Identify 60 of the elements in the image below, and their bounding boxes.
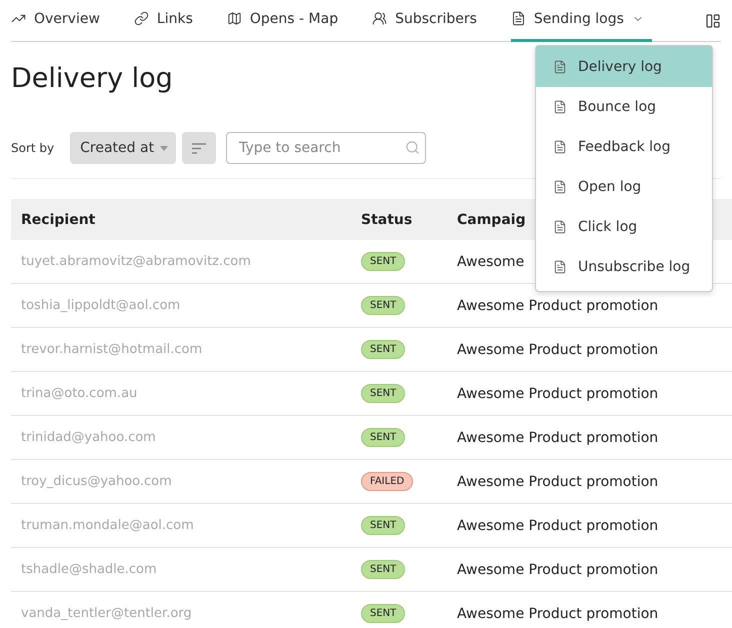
status-badge: SENT: [361, 296, 406, 315]
page-title: Delivery log: [11, 62, 173, 96]
document-icon: [553, 60, 567, 74]
users-icon: [372, 11, 388, 26]
layout-icon[interactable]: [705, 12, 721, 28]
map-icon: [226, 11, 242, 26]
campaign-cell: Awesome Product promotion: [457, 298, 658, 314]
menu-item[interactable]: Bounce log: [536, 87, 712, 127]
status-badge: SENT: [361, 252, 406, 271]
campaign-cell: Awesome Product promotion: [457, 562, 658, 578]
status-badge: SENT: [361, 340, 406, 359]
recipient-cell-text: vanda_tentler@tentler.org: [20, 606, 193, 621]
link-icon: [134, 11, 149, 26]
recipient-cell-text: tshadle@shadle.com: [20, 562, 158, 577]
nav-tab[interactable]: Subscribers: [372, 0, 477, 42]
status-badge: SENT: [361, 560, 406, 579]
search-icon: [405, 140, 420, 155]
caret-icon: [160, 146, 168, 150]
menu-item[interactable]: Click log: [536, 207, 712, 247]
column-header: Status: [361, 212, 412, 228]
campaign-cell: Awesome Product promotion: [457, 474, 658, 490]
campaign-cell: Awesome: [457, 254, 524, 270]
column-header: Campaig: [457, 212, 526, 228]
sort-label: Sort by: [11, 141, 54, 155]
status-badge: SENT: [361, 384, 406, 403]
recipient-cell-text: trina@oto.com.au: [20, 386, 138, 401]
campaign-cell: Awesome Product promotion: [457, 342, 658, 358]
nav-tab[interactable]: Opens - Map: [226, 0, 338, 42]
document-icon: [510, 11, 526, 26]
campaign-cell: Awesome Product promotion: [457, 386, 658, 402]
status-badge: SENT: [361, 428, 406, 447]
document-icon: [553, 100, 567, 114]
status-badge: SENT: [361, 516, 406, 535]
document-icon: [553, 220, 567, 234]
sort-icon: [192, 142, 206, 154]
document-icon: [553, 140, 567, 154]
recipient-cell-text: trevor.harnist@hotmail.com: [20, 342, 204, 357]
menu-item[interactable]: Feedback log: [536, 127, 712, 167]
nav-tab[interactable]: Overview: [11, 0, 100, 42]
campaign-cell: Awesome Product promotion: [457, 518, 658, 534]
document-icon: [553, 260, 567, 274]
status-badge: FAILED: [361, 472, 414, 491]
campaign-cell: Awesome Product promotion: [457, 606, 658, 622]
search-field[interactable]: Type to search: [226, 132, 426, 164]
document-icon: [553, 180, 567, 194]
menu-item[interactable]: Open log: [536, 167, 712, 207]
sort-select[interactable]: Created at: [70, 132, 176, 164]
column-header: Recipient: [20, 212, 96, 228]
recipient-cell-text: trinidad@yahoo.com: [20, 430, 157, 445]
menu-item[interactable]: Delivery log: [536, 46, 712, 87]
status-badge: SENT: [361, 604, 406, 623]
nav-tab[interactable]: Links: [134, 0, 193, 42]
recipient-cell-text: truman.mondale@aol.com: [20, 518, 195, 533]
recipient-cell-text: tuyet.abramovitz@abramovitz.com: [20, 254, 252, 269]
nav-tab[interactable]: Sending logs: [510, 0, 652, 42]
sort-order-button[interactable]: [182, 132, 216, 164]
recipient-cell-text: toshia_lippoldt@aol.com: [20, 298, 182, 313]
campaign-cell: Awesome Product promotion: [457, 430, 658, 446]
recipient-cell-text: troy_dicus@yahoo.com: [20, 474, 173, 489]
menu-item[interactable]: Unsubscribe log: [536, 247, 712, 287]
